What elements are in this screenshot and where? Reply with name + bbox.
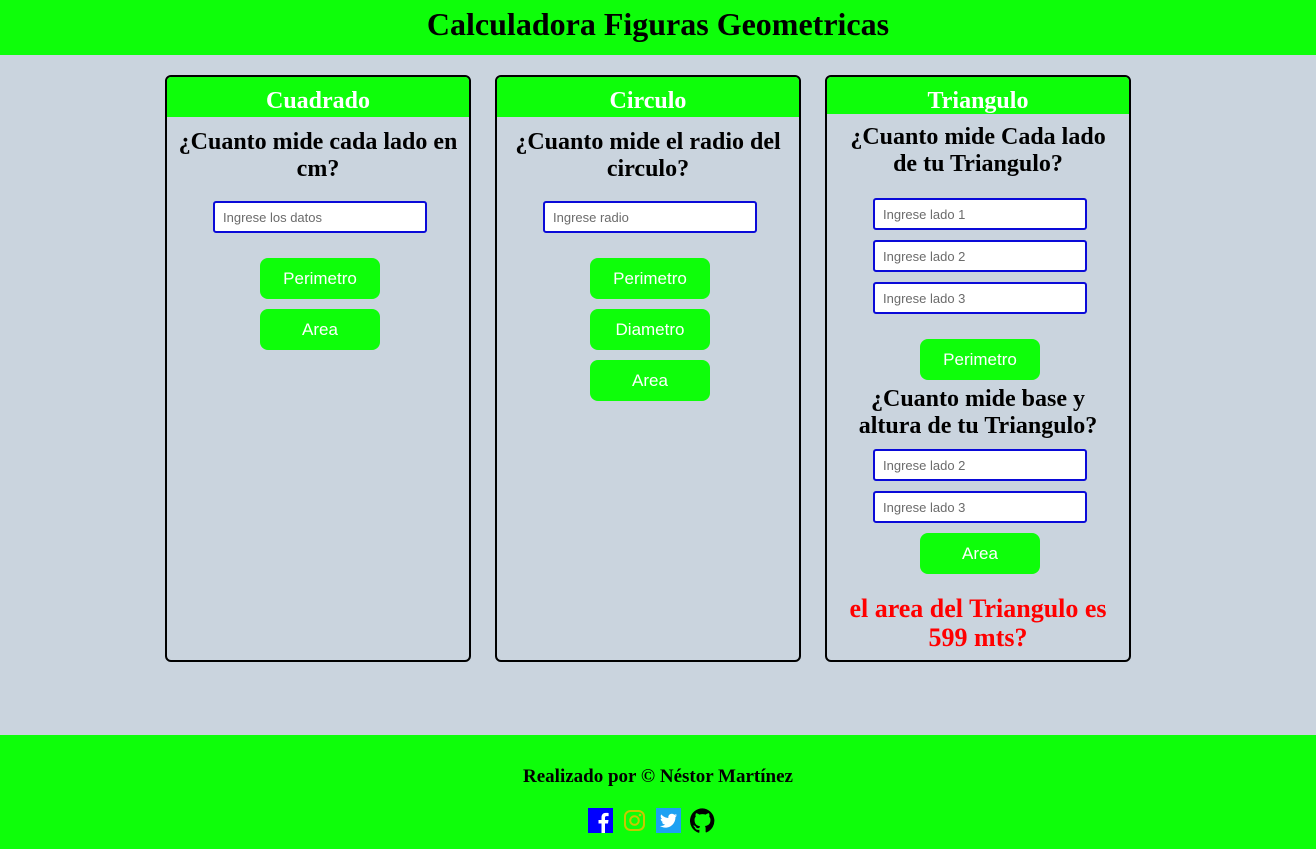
instagram-icon[interactable] [622, 808, 647, 833]
triangulo-lado1-input[interactable] [873, 198, 1087, 230]
circulo-diametro-button[interactable]: Diametro [590, 309, 710, 350]
card-title-triangulo: Triangulo [827, 77, 1129, 114]
question-cuadrado-lado: ¿Cuanto mide cada lado en cm? [178, 129, 458, 182]
triangulo-area-button[interactable]: Area [920, 533, 1040, 574]
page-title: Calculadora Figuras Geometricas [426, 6, 890, 42]
triangulo-lado2-input[interactable] [873, 240, 1087, 272]
triangulo-lado3-input[interactable] [873, 282, 1087, 314]
card-circulo: Circulo ¿Cuanto mide el radio del circul… [495, 75, 801, 662]
question-triangulo-base-altura: ¿Cuanto mide base y altura de tu Triangu… [858, 386, 1098, 439]
cuadrado-lado-input[interactable] [213, 201, 427, 233]
card-triangulo: Triangulo ¿Cuanto mide Cada lado de tu T… [825, 75, 1131, 662]
triangulo-base-input[interactable] [873, 449, 1087, 481]
circulo-perimetro-button[interactable]: Perimetro [590, 258, 710, 299]
cuadrado-area-button[interactable]: Area [260, 309, 380, 350]
page-header: Calculadora Figuras Geometricas [0, 0, 1316, 55]
footer-credit: Realizado por © Néstor Martínez [523, 766, 793, 787]
card-cuadrado: Cuadrado ¿Cuanto mide cada lado en cm? P… [165, 75, 471, 662]
question-triangulo-lados: ¿Cuanto mide Cada lado de tu Triangulo? [850, 124, 1106, 177]
triangulo-result-text: el area del Triangulo es 599 mts? [849, 594, 1107, 652]
twitter-icon[interactable] [656, 808, 681, 833]
facebook-icon[interactable] [588, 808, 613, 833]
card-title-cuadrado: Cuadrado [167, 77, 469, 117]
question-circulo-radio: ¿Cuanto mide el radio del circulo? [515, 129, 781, 182]
triangulo-perimetro-button[interactable]: Perimetro [920, 339, 1040, 380]
circulo-radio-input[interactable] [543, 201, 757, 233]
card-title-circulo: Circulo [497, 77, 799, 117]
github-icon[interactable] [689, 808, 715, 833]
cuadrado-perimetro-button[interactable]: Perimetro [260, 258, 380, 299]
circulo-area-button[interactable]: Area [590, 360, 710, 401]
triangulo-altura-input[interactable] [873, 491, 1087, 523]
